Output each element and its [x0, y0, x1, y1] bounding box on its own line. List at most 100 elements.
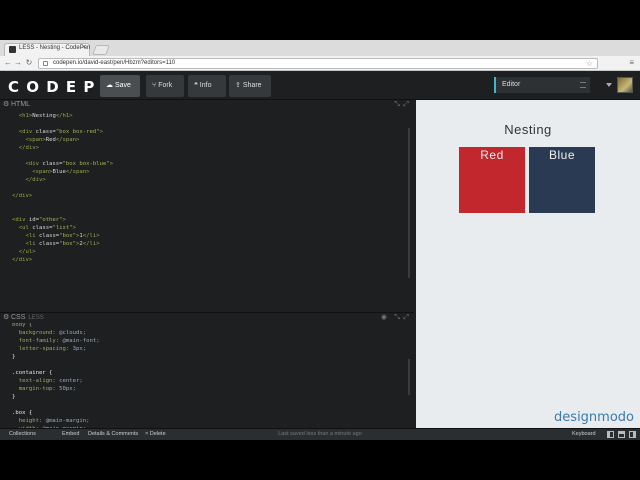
result-preview[interactable]: Nesting Red Blue designmodo [416, 100, 640, 428]
browser-tab[interactable]: LESS - Nesting - CodePen × [4, 43, 90, 56]
css-pane-header: ⚙ CSS LESS ◉ ⤡ ⤢ [0, 313, 414, 323]
html-code-token: </li> [82, 241, 100, 247]
html-scrollbar[interactable] [408, 128, 410, 278]
forward-icon[interactable]: → [13, 58, 23, 68]
new-tab-button[interactable] [92, 45, 110, 55]
html-code-line: <span>Red</span> [12, 136, 113, 144]
html-code-token: "other" [38, 217, 63, 223]
css-code-token: } [12, 354, 16, 360]
html-code-token: > [62, 217, 66, 223]
css-preprocessor-label: LESS [28, 315, 44, 321]
save-status: Last saved less than a minute ago [278, 431, 362, 437]
info-label: Info [199, 82, 212, 89]
html-code-line [12, 184, 113, 192]
html-code-line [12, 152, 113, 160]
layout-left-icon[interactable] [607, 431, 614, 438]
info-button[interactable]: ❝ Info [188, 75, 226, 97]
css-code-token: background: [18, 330, 56, 336]
collapse-icon[interactable]: ⤡ [394, 313, 400, 323]
view-select-value: Editor [502, 81, 521, 88]
layout-top-icon[interactable] [618, 431, 625, 438]
keyboard-button[interactable]: Keyboard [572, 431, 596, 437]
css-code-line: letter-spacing: 3px; [12, 345, 100, 353]
bookmark-star-icon[interactable]: ☆ [586, 59, 593, 68]
css-scrollbar[interactable] [408, 359, 410, 395]
css-code-token: @main-font; [59, 338, 100, 344]
html-code-token: "box" [59, 233, 77, 239]
collapse-icon[interactable]: ⤡ [394, 100, 400, 110]
html-code-line: </div> [12, 144, 113, 152]
html-pane-header: ⚙ HTML ⤡ ⤢ [0, 100, 414, 110]
css-code-token: letter-spacing: [18, 346, 70, 352]
red-box: Red [459, 147, 525, 213]
grip-icon [580, 82, 586, 88]
css-code-token: margin-top: [18, 386, 56, 392]
css-code-token: font-family: [18, 338, 60, 344]
tab-close-icon[interactable]: × [82, 44, 86, 51]
layout-right-icon[interactable] [629, 431, 636, 438]
fork-button[interactable]: ⑂ Fork [146, 75, 184, 97]
html-code-token: class= [35, 129, 56, 135]
html-code-token: id= [28, 217, 39, 223]
css-code-line: .box { [12, 409, 100, 417]
browser-window: LESS - Nesting - CodePen × ← → ↻ codepen… [0, 40, 640, 440]
css-pane-label: CSS LESS [11, 313, 44, 323]
html-code-line [12, 208, 113, 216]
html-code-token: <li [25, 241, 39, 247]
html-code-token: "list" [52, 225, 73, 231]
html-code-token: "box box-red" [55, 129, 100, 135]
css-code-line: .container { [12, 369, 100, 377]
screen: LESS - Nesting - CodePen × ← → ↻ codepen… [0, 0, 640, 480]
expand-icon[interactable]: ⤢ [403, 313, 409, 323]
browser-menu-icon[interactable]: ≡ [629, 58, 634, 67]
html-code-token: </div> [12, 193, 33, 199]
reload-icon[interactable]: ↻ [24, 58, 34, 68]
html-code-token: </span> [65, 169, 90, 175]
footer-bar: Collections Embed Details & Comments × D… [0, 428, 640, 440]
codepen-header: C O D E P E N ☁ Save ⑂ Fork ❝ Info ⇪ Share E… [0, 72, 640, 100]
save-label: Save [115, 82, 131, 89]
html-code-line: </ul> [12, 248, 113, 256]
gear-icon[interactable]: ⚙ [3, 100, 9, 110]
html-code-line: </div> [12, 192, 113, 200]
html-code-token: <ul [18, 225, 33, 231]
tab-strip: LESS - Nesting - CodePen × [0, 40, 640, 56]
html-code-token: </h1> [55, 113, 73, 119]
gear-icon[interactable]: ⚙ [3, 313, 9, 323]
html-code-token: "box box-blue" [62, 161, 110, 167]
html-code-token: </li> [82, 233, 100, 239]
html-code-token: > [72, 225, 77, 231]
eye-icon[interactable]: ◉ [381, 313, 387, 323]
css-code-token: body { [12, 323, 33, 328]
html-code-line: <div id="other"> [12, 216, 113, 224]
html-code-line: <h1>Nesting</h1> [12, 112, 113, 120]
page-icon [43, 61, 48, 66]
html-code-token: Red [45, 137, 56, 143]
css-code-token: @clouds; [55, 330, 87, 336]
url-input[interactable]: codepen.io/david-east/pen/Hbzm?editors=1… [38, 58, 598, 69]
codepen-favicon-icon [9, 46, 16, 53]
html-code-line: <ul class="list"> [12, 224, 113, 232]
html-code-token: > [99, 129, 103, 135]
html-pane-label: HTML [11, 101, 31, 108]
avatar[interactable] [617, 77, 633, 93]
view-select[interactable]: Editor [494, 77, 590, 93]
css-code-area[interactable]: body { background: @clouds; font-family:… [0, 323, 414, 440]
css-code-line [12, 401, 100, 409]
html-code-token: <li [25, 233, 39, 239]
url-text: codepen.io/david-east/pen/Hbzm?editors=1… [53, 60, 176, 66]
css-code-line: } [12, 353, 100, 361]
chevron-down-icon[interactable] [606, 83, 612, 87]
save-button[interactable]: ☁ Save [100, 75, 140, 97]
html-code-token: <h1> [18, 113, 33, 119]
css-code: body { background: @clouds; font-family:… [12, 323, 100, 440]
expand-icon[interactable]: ⤢ [403, 100, 409, 110]
css-code-token: height: [18, 418, 43, 424]
share-button[interactable]: ⇪ Share [229, 75, 271, 97]
html-code-line: <div class="box box-red"> [12, 128, 113, 136]
back-icon[interactable]: ← [3, 58, 13, 68]
html-code-area[interactable]: <h1>Nesting</h1> <div class="box box-red… [0, 110, 414, 312]
fork-label: Fork [158, 82, 173, 89]
html-code-line [12, 120, 113, 128]
fork-icon: ⑂ [152, 82, 157, 89]
